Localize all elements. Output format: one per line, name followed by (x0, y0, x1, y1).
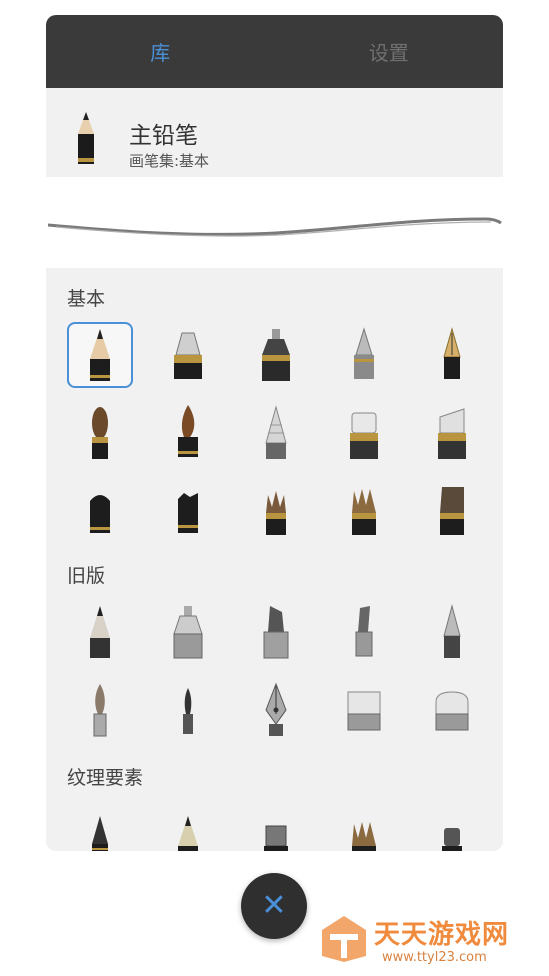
legacy-nib-icon (265, 682, 287, 736)
texture-brush-4[interactable] (331, 801, 397, 851)
brush-library-panel: 库 设置 主铅笔 画笔集:基本 基本 旧版 纹理要素 (46, 15, 503, 851)
section-title-basic: 基本 (67, 288, 106, 310)
texture-brush-icon-1 (92, 816, 108, 851)
current-brush-name: 主铅笔 (129, 123, 198, 149)
texture-brush-icon-4 (352, 822, 376, 851)
brush-flat-blunt[interactable] (67, 478, 133, 544)
legacy-ballpoint-icon (443, 604, 461, 658)
section-title-texture: 纹理要素 (67, 767, 144, 789)
brush-chisel[interactable] (155, 478, 221, 544)
legacy-pencil-icon (90, 606, 110, 658)
legacy-brush-nib[interactable] (243, 677, 309, 743)
texture-brush-5[interactable] (419, 801, 485, 851)
section-title-legacy: 旧版 (67, 565, 106, 587)
legacy-brush-paint[interactable] (67, 677, 133, 743)
brush-bristle[interactable] (243, 478, 309, 544)
brush-stiff-bristle[interactable] (331, 478, 397, 544)
tab-library[interactable]: 库 (46, 15, 275, 88)
brush-round-brush[interactable] (67, 400, 133, 466)
texture-brush-icon-2 (178, 816, 198, 851)
brush-pencil[interactable] (67, 322, 133, 388)
legacy-brush-ballpoint[interactable] (419, 599, 485, 665)
airbrush-icon (265, 405, 287, 459)
round-brush-icon (92, 407, 108, 459)
hard-eraser-brush-icon (438, 408, 466, 459)
watermark-text: 天天游戏网 (374, 920, 510, 950)
brush-eraser[interactable] (331, 400, 397, 466)
bristle-brush-icon (266, 491, 286, 535)
legacy-brush-eraser[interactable] (331, 677, 397, 743)
legacy-brush-soft-eraser[interactable] (419, 677, 485, 743)
stroke-preview (46, 177, 503, 268)
brush-fan[interactable] (419, 478, 485, 544)
tab-settings[interactable]: 设置 (275, 15, 504, 88)
watermark-logo-icon (322, 916, 366, 962)
legacy-brush-chisel-marker[interactable] (331, 599, 397, 665)
watermark: 天天游戏网 www.ttyl23.com (320, 912, 530, 968)
close-button[interactable]: ✕ (241, 873, 307, 939)
current-brush-set: 画笔集:基本 (129, 152, 210, 170)
legacy-eraser-icon (347, 691, 381, 731)
brush-ink-brush[interactable] (155, 400, 221, 466)
ink-brush-icon (178, 405, 198, 457)
legacy-paint-brush-icon (93, 684, 107, 737)
brush-hard-eraser[interactable] (419, 400, 485, 466)
legacy-felt-tip-icon (173, 606, 203, 659)
fountain-pen-brush-icon (443, 327, 461, 379)
texture-brush-1[interactable] (67, 801, 133, 851)
legacy-brush-ink[interactable] (155, 677, 221, 743)
pencil-icon (78, 112, 94, 164)
flat-blunt-brush-icon (90, 495, 110, 533)
brush-airbrush[interactable] (243, 400, 309, 466)
brush-ballpoint[interactable] (331, 322, 397, 388)
stroke-preview-line (47, 217, 502, 237)
texture-brush-3[interactable] (243, 801, 309, 851)
stiff-bristle-brush-icon (352, 489, 376, 535)
texture-brush-icon-3 (264, 825, 288, 851)
felt-tip-brush-icon (262, 329, 290, 381)
brush-library: 基本 旧版 纹理要素 (46, 268, 503, 851)
marker-brush-icon (174, 332, 202, 379)
brush-felt-tip[interactable] (243, 322, 309, 388)
watermark-url: www.ttyl23.com (382, 950, 487, 965)
close-icon: ✕ (261, 888, 287, 923)
pencil-brush-icon (90, 329, 110, 381)
texture-brush-2[interactable] (155, 801, 221, 851)
legacy-soft-eraser-icon (435, 691, 469, 731)
ballpoint-brush-icon (354, 327, 374, 379)
fan-brush-icon (440, 487, 464, 535)
legacy-ink-brush-icon (183, 688, 193, 734)
tab-bar: 库 设置 (46, 15, 503, 88)
legacy-marker-icon (263, 606, 289, 659)
legacy-brush-marker[interactable] (243, 599, 309, 665)
legacy-brush-pencil[interactable] (67, 599, 133, 665)
eraser-brush-icon (350, 412, 378, 459)
legacy-chisel-marker-icon (355, 606, 373, 657)
brush-marker[interactable] (155, 322, 221, 388)
current-brush-header[interactable]: 主铅笔 画笔集:基本 (46, 88, 503, 177)
chisel-brush-icon (178, 493, 198, 533)
texture-brush-icon-5 (442, 828, 462, 851)
legacy-brush-felt-tip[interactable] (155, 599, 221, 665)
brush-fountain-pen[interactable] (419, 322, 485, 388)
